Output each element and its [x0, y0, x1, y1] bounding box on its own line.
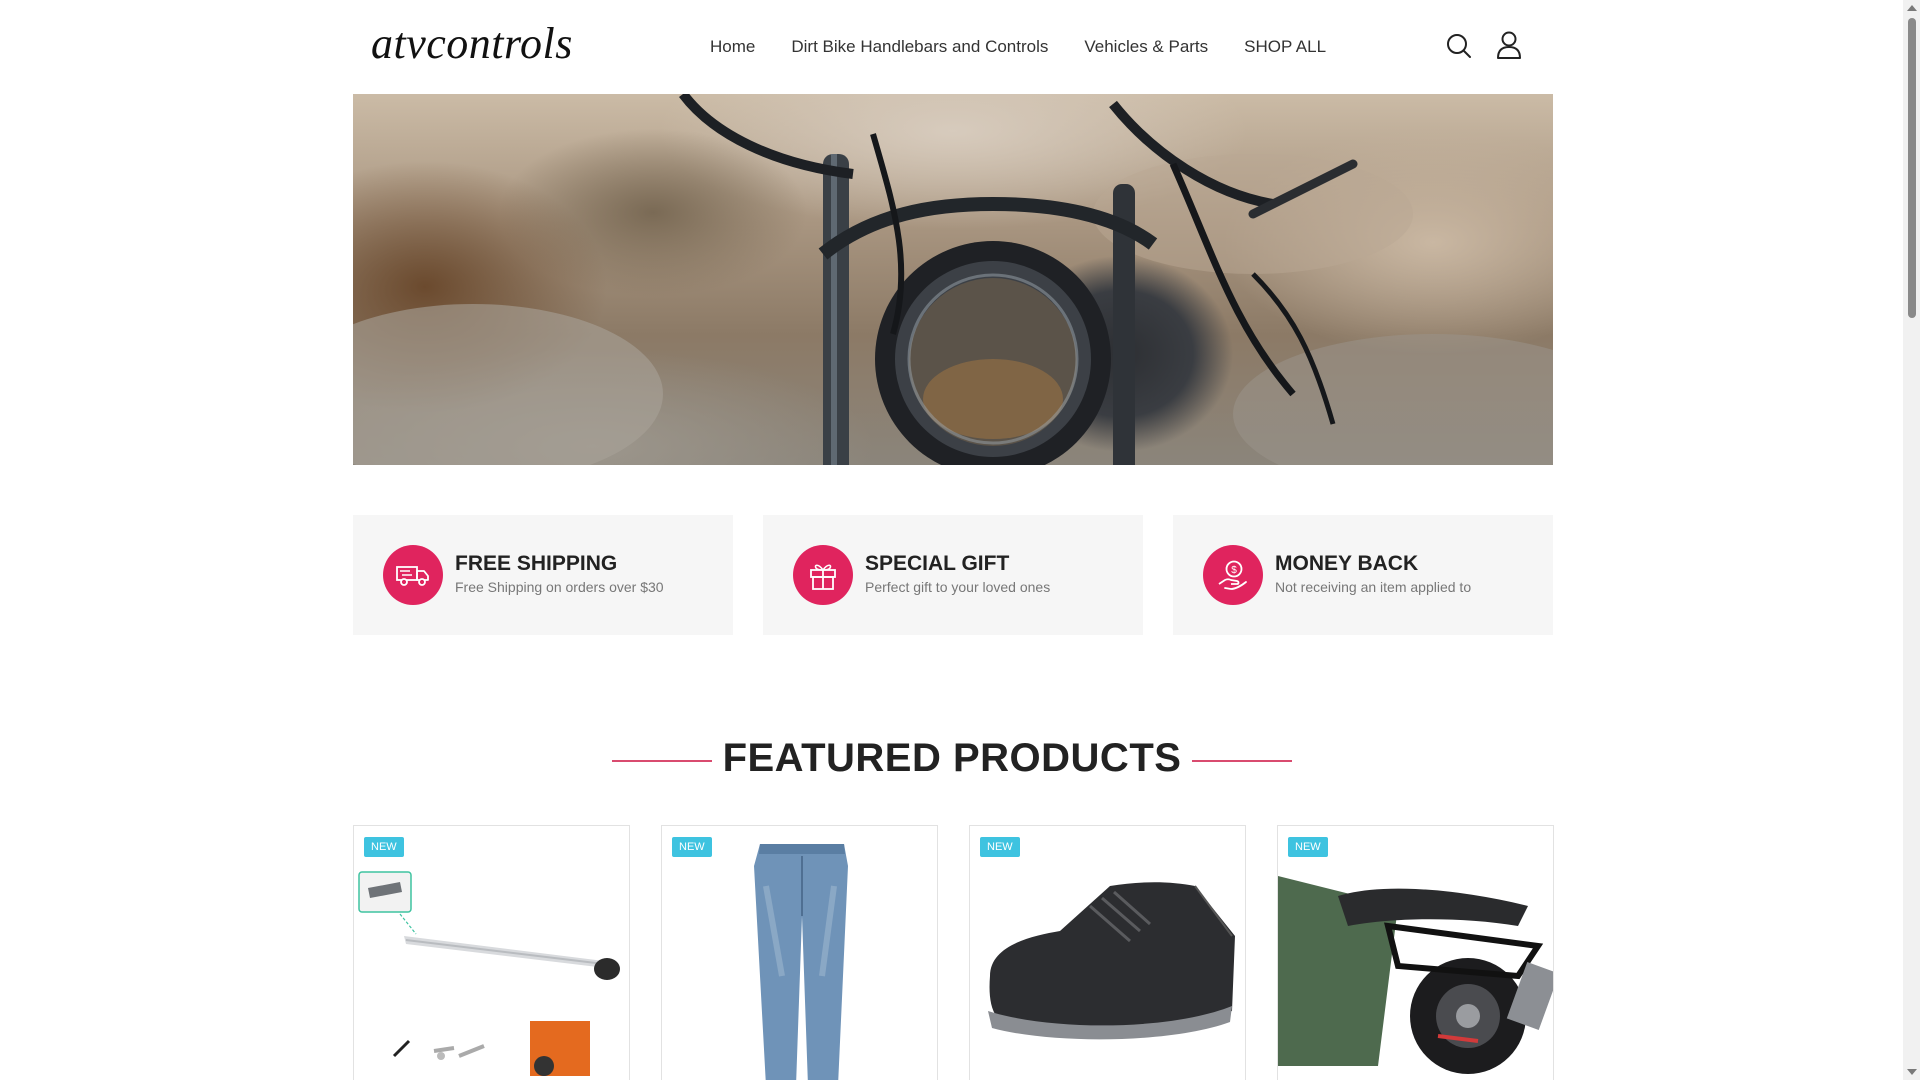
gift-icon: [793, 545, 853, 605]
feature-subtitle: Not receiving an item applied to: [1275, 579, 1472, 595]
feature-money-back: $ MONEY BACK Not receiving an item appli…: [1173, 515, 1553, 635]
product-image-kickstand: [358, 871, 620, 1076]
new-badge: NEW: [364, 837, 404, 857]
search-icon[interactable]: [1445, 32, 1473, 60]
feature-free-shipping: FREE SHIPPING Free Shipping on orders ov…: [353, 515, 733, 635]
scroll-down-icon[interactable]: [1907, 1069, 1917, 1075]
feature-subtitle: Free Shipping on orders over $30: [455, 579, 664, 595]
main-nav: Home Dirt Bike Handlebars and Controls V…: [710, 37, 1326, 57]
heading-divider-right: [1192, 760, 1292, 762]
featured-products-heading: FEATURED PRODUCTS: [612, 736, 1292, 786]
scroll-up-icon[interactable]: [1907, 5, 1917, 11]
site-header: atvcontrols Home Dirt Bike Handlebars an…: [352, 0, 1552, 94]
product-image-jeans: [754, 844, 848, 1080]
money-hand-icon: $: [1203, 545, 1263, 605]
product-card[interactable]: NEW: [661, 825, 938, 1080]
feature-subtitle: Perfect gift to your loved ones: [865, 579, 1051, 595]
product-image-shoe: [988, 882, 1235, 1040]
page-scrollbar[interactable]: [1903, 0, 1920, 1080]
nav-item-vehicles-parts[interactable]: Vehicles & Parts: [1084, 37, 1208, 57]
features-row: FREE SHIPPING Free Shipping on orders ov…: [353, 515, 1553, 635]
feature-title: MONEY BACK: [1275, 552, 1419, 575]
featured-products-grid: NEW NEW NEW NEW: [353, 825, 1554, 1080]
nav-item-shop-all[interactable]: SHOP ALL: [1244, 37, 1326, 57]
truck-icon: [383, 545, 443, 605]
product-card[interactable]: NEW: [969, 825, 1246, 1080]
scroll-thumb[interactable]: [1908, 18, 1916, 318]
hero-banner: [353, 94, 1553, 465]
site-logo[interactable]: atvcontrols: [371, 18, 573, 69]
svg-text:$: $: [1231, 565, 1237, 576]
product-image-motorcycle-rack: [1278, 866, 1553, 1076]
user-icon[interactable]: [1495, 30, 1523, 59]
product-card[interactable]: NEW: [353, 825, 630, 1080]
product-card[interactable]: NEW: [1277, 825, 1554, 1080]
feature-special-gift: SPECIAL GIFT Perfect gift to your loved …: [763, 515, 1143, 635]
hero-motorcycle-image: [353, 94, 1553, 465]
nav-item-home[interactable]: Home: [710, 37, 755, 57]
nav-item-dirt-bike-handlebars[interactable]: Dirt Bike Handlebars and Controls: [791, 37, 1048, 57]
new-badge: NEW: [672, 837, 712, 857]
feature-title: SPECIAL GIFT: [865, 552, 1010, 575]
new-badge: NEW: [1288, 837, 1328, 857]
section-title: FEATURED PRODUCTS: [722, 736, 1182, 780]
new-badge: NEW: [980, 837, 1020, 857]
feature-title: FREE SHIPPING: [455, 552, 618, 575]
